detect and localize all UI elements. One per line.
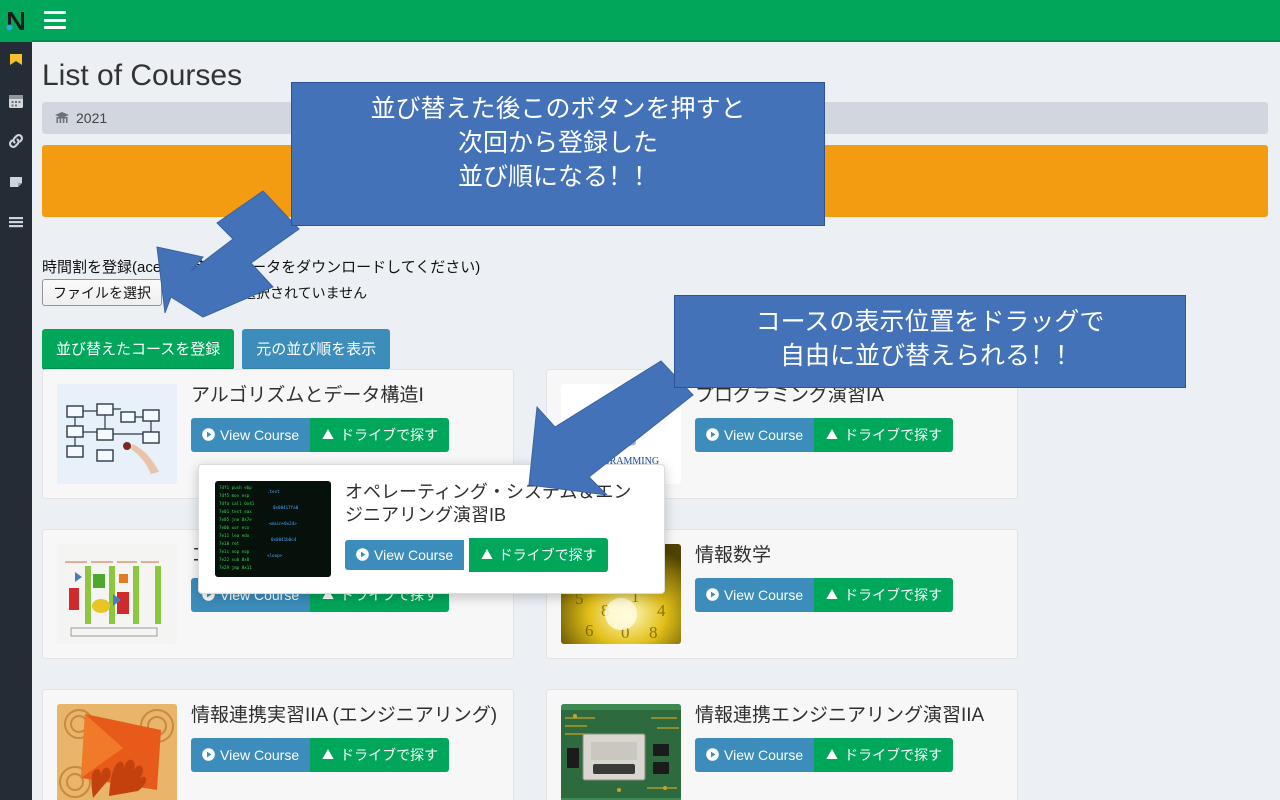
course-card[interactable]: 情報連携実習IIA (エンジニアリング) View Course ドライブで探す — [42, 689, 514, 800]
dragged-card-body: オペレーティング・システム＆エンジニアリング演習IB View Course ド… — [345, 481, 648, 577]
find-in-drive-button[interactable]: ドライブで探す — [310, 417, 450, 452]
course-card-body: プログラミング演習IA View Course ドライブで探す — [695, 384, 1003, 452]
course-title: アルゴリズムとデータ構造Ⅰ — [191, 385, 425, 406]
svg-text:0x00417fa0: 0x00417fa0 — [273, 505, 299, 510]
course-title: 情報連携実習IIA (エンジニアリング) — [191, 705, 498, 726]
orange-hands-book-thumb — [57, 704, 177, 800]
bookmark-icon[interactable] — [5, 50, 27, 72]
course-card-body: 情報連携エンジニアリング演習IIA View Course ドライブで探す — [695, 704, 1003, 772]
find-in-drive-label: ドライブで探す — [498, 546, 597, 563]
page-title: List of Courses — [42, 59, 243, 92]
find-in-drive-button[interactable]: ドライブで探す — [814, 417, 954, 452]
find-in-drive-label: ドライブで探す — [844, 586, 943, 603]
notion-logo[interactable] — [0, 0, 32, 42]
course-title: 情報数学 — [695, 545, 772, 566]
view-course-button[interactable]: View Course — [191, 737, 311, 772]
course-card-body: 情報連携実習IIA (エンジニアリング) View Course ドライブで探す — [191, 704, 499, 772]
google-drive-icon — [322, 429, 334, 440]
svg-text:7e05 jne 0x7e: 7e05 jne 0x7e — [219, 517, 252, 522]
course-title: 情報連携エンジニアリング演習IIA — [695, 705, 985, 726]
university-icon — [54, 111, 70, 125]
flowchart-whiteboard-thumb — [57, 384, 177, 484]
top-navbar — [32, 0, 1280, 42]
view-course-label: View Course — [374, 546, 454, 563]
course-card-buttons: View Course ドライブで探す — [191, 417, 499, 452]
svg-text:7e29 jmp 0x11: 7e29 jmp 0x11 — [219, 565, 252, 570]
svg-text:8: 8 — [649, 623, 658, 642]
show-original-order-button[interactable]: 元の並び順を表示 — [242, 329, 391, 370]
hamburger-menu-icon[interactable] — [44, 11, 66, 29]
view-course-button[interactable]: View Course — [695, 577, 815, 612]
view-course-button[interactable]: View Course — [695, 737, 815, 772]
play-circle-icon — [356, 548, 369, 562]
view-course-button[interactable]: View Course — [345, 539, 465, 570]
cpu-datapath-diagram-thumb — [57, 544, 177, 644]
course-card-buttons: View Course ドライブで探す — [695, 417, 1003, 452]
annotation-callout-register: 並び替えた後このボタンを押すと 次回から登録した 並び順になる！！ — [291, 82, 825, 226]
find-in-drive-label: ドライブで探す — [340, 426, 439, 443]
find-in-drive-label: ドライブで探す — [844, 746, 943, 763]
svg-text:4: 4 — [657, 601, 666, 620]
svg-text:<main+0x24>: <main+0x24> — [269, 521, 297, 526]
note-icon[interactable] — [5, 170, 27, 192]
register-sorted-courses-button[interactable]: 並び替えたコースを登録 — [42, 329, 235, 370]
browser-side-rail — [0, 0, 32, 800]
course-card[interactable]: 情報連携エンジニアリング演習IIA View Course ドライブで探す — [546, 689, 1018, 800]
annotation-callout-drag: コースの表示位置をドラッグで 自由に並び替えられる！！ — [674, 295, 1186, 388]
svg-text:7dfa call 0x41: 7dfa call 0x41 — [219, 501, 255, 506]
app-root: List of Courses 2021 次の授業はアルゴリズムとデータ構造I1… — [0, 0, 1280, 800]
view-course-label: View Course — [220, 426, 300, 443]
breadcrumb-year: 2021 — [76, 110, 108, 126]
list-icon[interactable] — [5, 210, 27, 232]
svg-text:<loop>: <loop> — [267, 553, 283, 558]
svg-text:0x0041b0c4: 0x0041b0c4 — [271, 537, 297, 542]
find-in-drive-button[interactable]: ドライブで探す — [468, 537, 608, 572]
find-in-drive-label: ドライブで探す — [340, 746, 439, 763]
rail-icon-list — [0, 50, 32, 232]
find-in-drive-button[interactable]: ドライブで探す — [814, 737, 954, 772]
view-course-label: View Course — [724, 426, 804, 443]
play-circle-icon — [202, 748, 215, 762]
find-in-drive-button[interactable]: ドライブで探す — [310, 737, 450, 772]
course-card-body: 情報数学 View Course ドライブで探す — [695, 544, 1003, 612]
svg-text:6: 6 — [585, 621, 594, 640]
course-card-body: アルゴリズムとデータ構造Ⅰ View Course ドライブで探す — [191, 384, 499, 452]
svg-text:7e0b xor ecx: 7e0b xor ecx — [219, 525, 250, 530]
view-course-label: View Course — [724, 746, 804, 763]
action-button-row: 並び替えたコースを登録 元の並び順を表示 — [42, 329, 391, 370]
google-drive-icon — [826, 749, 838, 760]
play-circle-icon — [706, 588, 719, 602]
view-course-label: View Course — [220, 746, 300, 763]
course-card-buttons: View Course ドライブで探す — [191, 737, 499, 772]
link-icon[interactable] — [5, 130, 27, 152]
svg-text:7e11 lea edx: 7e11 lea edx — [219, 533, 250, 538]
google-drive-icon — [322, 749, 334, 760]
find-in-drive-label: ドライブで探す — [844, 426, 943, 443]
course-card-buttons: View Course ドライブで探す — [695, 737, 1003, 772]
google-drive-icon — [826, 589, 838, 600]
circuit-board-thumb — [561, 704, 681, 800]
google-drive-icon — [480, 549, 493, 560]
find-in-drive-button[interactable]: ドライブで探す — [814, 577, 954, 612]
google-drive-icon — [826, 429, 838, 440]
arrow-to-register-button — [156, 190, 300, 318]
play-circle-icon — [706, 428, 719, 442]
svg-text:7e01 test eax: 7e01 test eax — [219, 509, 252, 514]
play-circle-icon — [202, 428, 215, 442]
calendar-icon[interactable] — [5, 90, 27, 112]
view-course-label: View Course — [724, 586, 804, 603]
choose-file-button[interactable]: ファイルを選択 — [42, 279, 162, 306]
svg-text:7e22 sub 0x8: 7e22 sub 0x8 — [219, 557, 250, 562]
course-card-buttons: View Course ドライブで探す — [695, 577, 1003, 612]
svg-text:7e18 ret: 7e18 ret — [219, 541, 240, 546]
view-course-button[interactable]: View Course — [191, 417, 311, 452]
svg-text:7df1 push ebp: 7df1 push ebp — [219, 485, 252, 490]
play-circle-icon — [706, 748, 719, 762]
svg-text:7e1c nop nop: 7e1c nop nop — [219, 549, 250, 554]
svg-text:.text: .text — [267, 489, 280, 494]
view-course-button[interactable]: View Course — [695, 417, 815, 452]
dragged-card-buttons: View Course ドライブで探す — [345, 537, 648, 572]
svg-text:7df5 mov esp: 7df5 mov esp — [219, 493, 250, 498]
green-terminal-code-thumb: 7df1 push ebp 7df5 mov esp 7dfa call 0x4… — [215, 481, 331, 577]
